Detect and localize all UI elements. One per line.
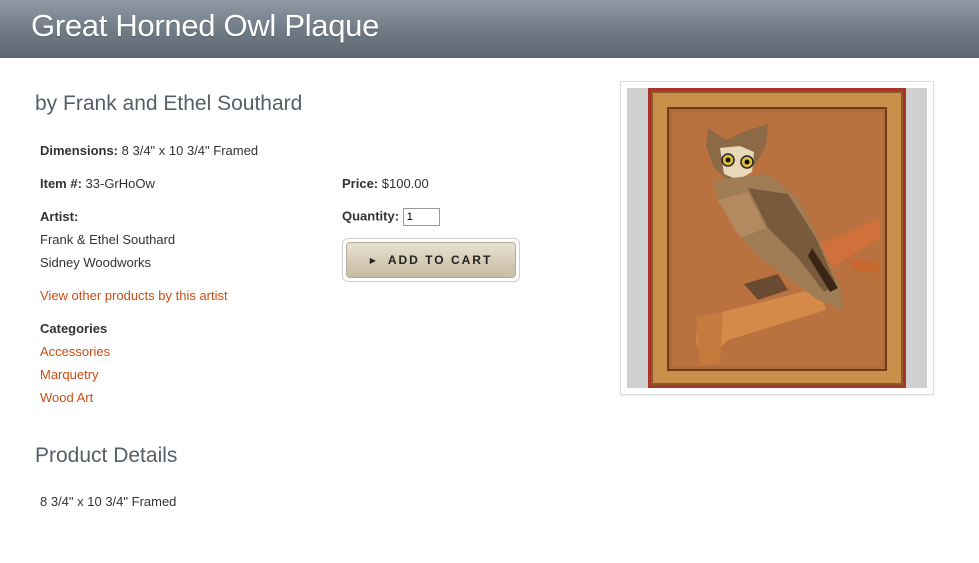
item-number-label: Item #: <box>40 176 82 191</box>
artist-label: Artist: <box>40 209 79 224</box>
product-image[interactable] <box>627 88 927 388</box>
item-number-value: 33-GrHoOw <box>85 176 155 191</box>
price-label: Price: <box>342 176 379 191</box>
artist-name: Frank & Ethel Southard <box>40 232 176 247</box>
category-link-accessories[interactable]: Accessories <box>40 344 110 359</box>
owl-plaque-image <box>648 88 906 388</box>
artist-byline: by Frank and Ethel Southard <box>35 92 303 115</box>
add-to-cart-button[interactable]: ▶ ADD TO CART <box>346 242 516 278</box>
artist-other-products-row: View other products by this artist <box>40 288 228 304</box>
category-link-wood-art[interactable]: Wood Art <box>40 390 93 405</box>
product-image-frame[interactable] <box>620 81 934 395</box>
category-item: Accessories <box>40 344 110 360</box>
add-to-cart-wrapper: ▶ ADD TO CART <box>342 238 520 282</box>
category-item: Wood Art <box>40 390 93 406</box>
product-details-heading: Product Details <box>35 444 178 467</box>
dimensions-label: Dimensions: <box>40 143 119 158</box>
categories-label: Categories <box>40 321 108 336</box>
price-value: $100.00 <box>381 176 429 191</box>
product-details-text: 8 3/4" x 10 3/4" Framed <box>40 494 177 509</box>
dimensions-value: 8 3/4" x 10 3/4" Framed <box>121 143 259 158</box>
category-link-marquetry[interactable]: Marquetry <box>40 367 99 382</box>
price-row: Price: $100.00 <box>342 176 429 192</box>
page-header: Great Horned Owl Plaque <box>0 0 979 58</box>
artist-label-row: Artist: <box>40 209 78 225</box>
categories-label-row: Categories <box>40 321 107 337</box>
dimensions-row: Dimensions: 8 3/4" x 10 3/4" Framed <box>40 143 258 159</box>
quantity-input[interactable] <box>402 208 440 226</box>
page-title: Great Horned Owl Plaque <box>31 8 380 43</box>
quantity-row: Quantity: <box>342 208 440 226</box>
artist-company: Sidney Woodworks <box>40 255 152 270</box>
view-other-products-link[interactable]: View other products by this artist <box>40 288 228 303</box>
category-item: Marquetry <box>40 367 99 383</box>
add-to-cart-label: ADD TO CART <box>387 253 493 267</box>
quantity-label: Quantity: <box>342 208 400 224</box>
triangle-right-icon: ▶ <box>369 255 376 265</box>
item-number-row: Item #: 33-GrHoOw <box>40 176 155 192</box>
